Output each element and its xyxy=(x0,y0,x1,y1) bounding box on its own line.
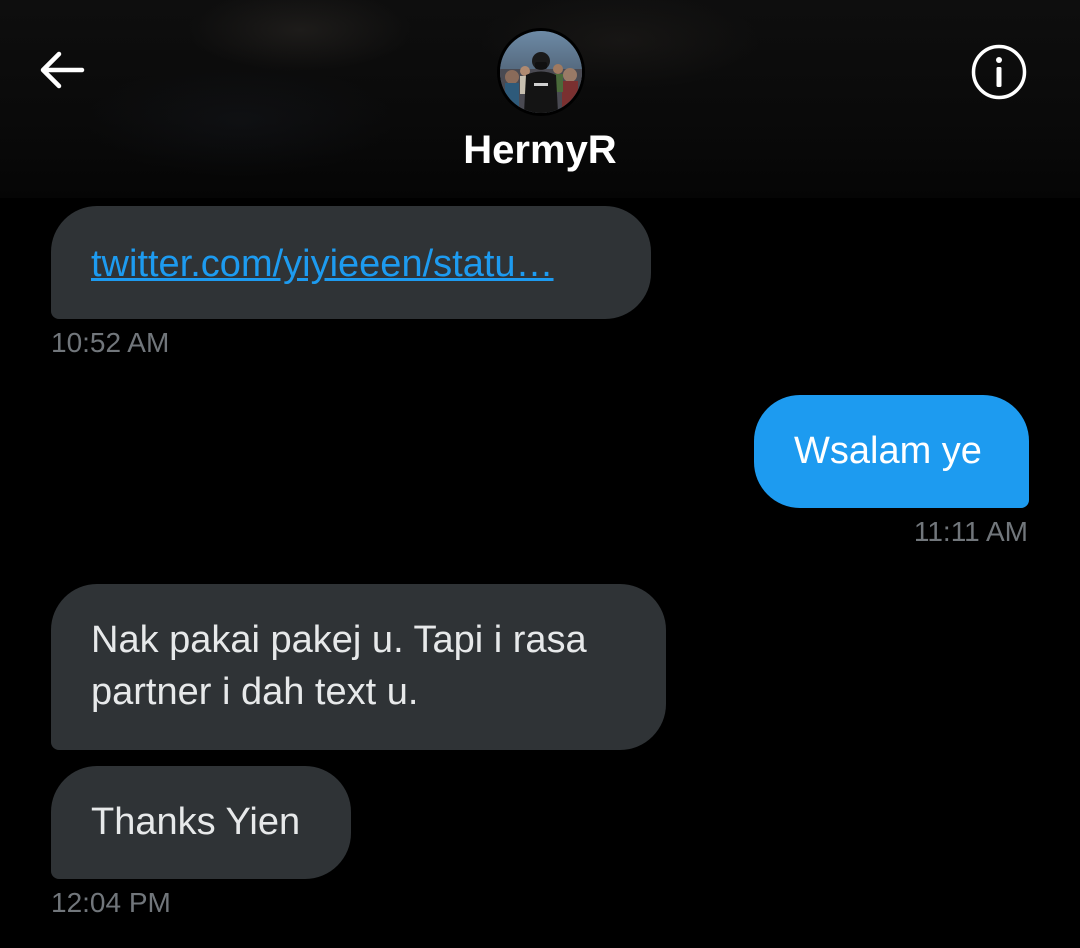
contact-name[interactable]: HermyR xyxy=(0,128,1080,173)
message-link[interactable]: twitter.com/yiyieeen/statu… xyxy=(91,243,554,285)
message-bubble-incoming[interactable]: Nak pakai pakej u. Tapi i rasa partner i… xyxy=(51,584,666,750)
avatar[interactable] xyxy=(497,28,585,116)
back-button[interactable] xyxy=(36,48,88,96)
message-timestamp: 10:52 AM xyxy=(51,327,170,358)
info-circle-icon xyxy=(970,43,1028,106)
message-bubble-incoming[interactable]: twitter.com/yiyieeen/statu… xyxy=(51,206,651,319)
message-timestamp: 12:04 PM xyxy=(51,887,171,918)
conversation-info-button[interactable] xyxy=(968,43,1030,105)
message-text: Thanks Yien xyxy=(91,801,301,843)
arrow-left-icon xyxy=(38,50,86,95)
avatar-image xyxy=(500,31,582,113)
message-bubble-outgoing[interactable]: Wsalam ye xyxy=(754,395,1029,508)
message-text: Wsalam ye xyxy=(794,430,982,472)
message-bubble-incoming[interactable]: Thanks Yien xyxy=(51,766,351,879)
message-text: Nak pakai pakej u. Tapi i rasa partner i… xyxy=(91,619,587,713)
message-timestamp: 11:11 AM xyxy=(913,516,1028,547)
conversation-header: HermyR xyxy=(0,0,1080,198)
